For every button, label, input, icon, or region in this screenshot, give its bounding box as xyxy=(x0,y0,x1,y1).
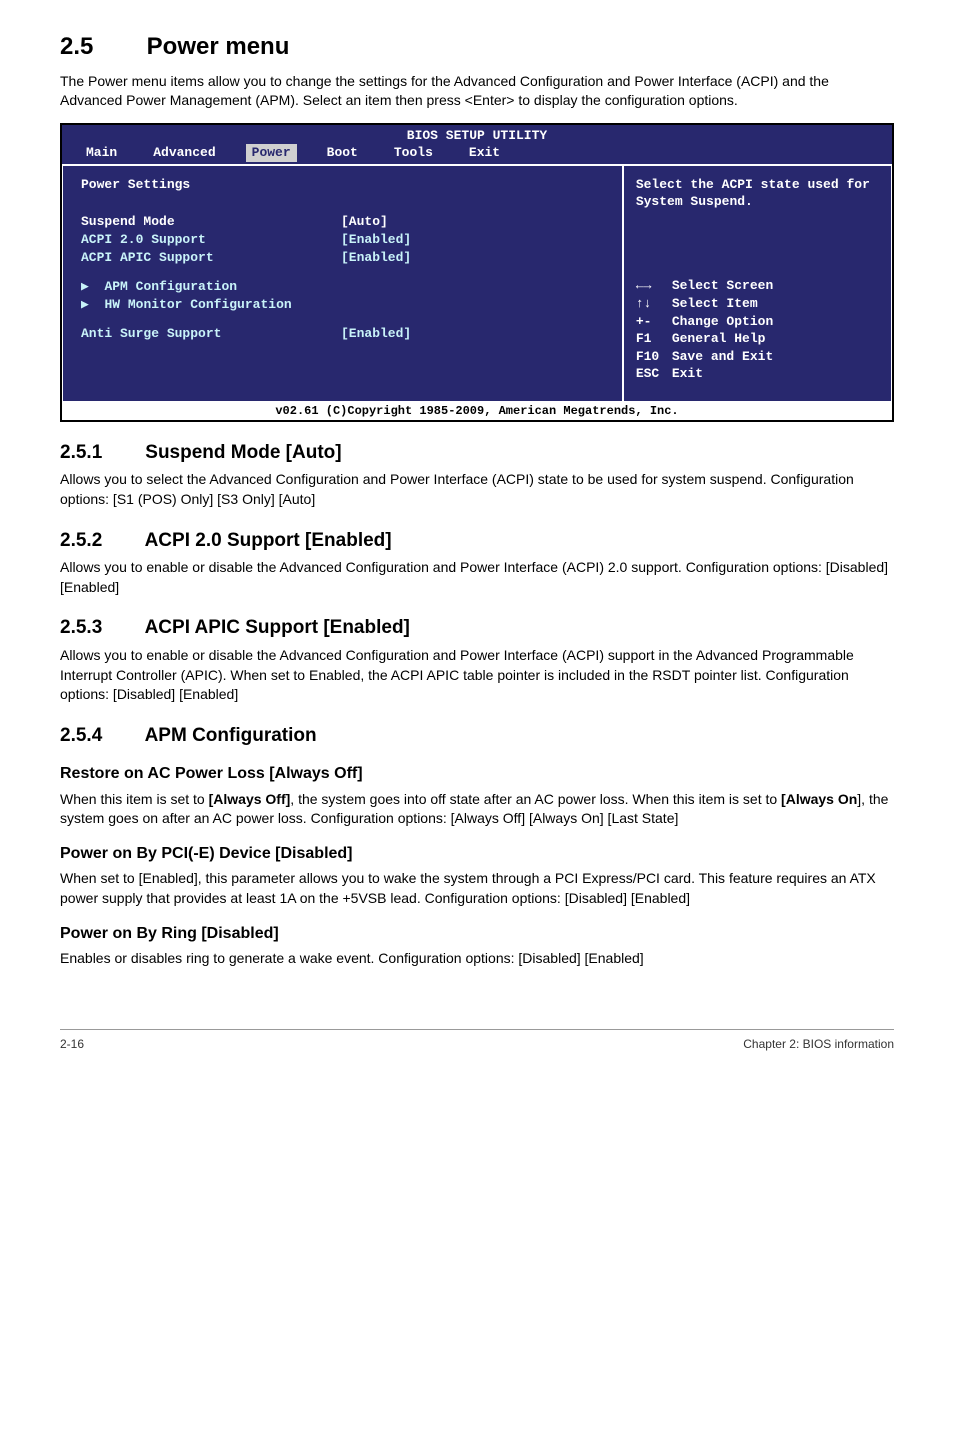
bios-row-acpiapic[interactable]: ACPI APIC Support [Enabled] xyxy=(81,249,604,267)
triangle-icon: ▶ xyxy=(81,278,104,296)
subsection-heading: 2.5.2 ACPI 2.0 Support [Enabled] xyxy=(60,528,894,555)
bios-screenshot: BIOS SETUP UTILITY Main Advanced Power B… xyxy=(60,123,894,422)
key-desc: Select Item xyxy=(672,296,758,311)
bios-submenu-label: APM Configuration xyxy=(104,278,237,296)
triangle-icon: ▶ xyxy=(81,296,104,314)
body-text: When this item is set to [Always Off], t… xyxy=(60,790,894,829)
bios-submenu-hwmon[interactable]: ▶ HW Monitor Configuration xyxy=(81,296,604,314)
bios-menu-main[interactable]: Main xyxy=(80,144,123,162)
bios-copyright: v02.61 (C)Copyright 1985-2009, American … xyxy=(62,402,892,420)
bios-value: [Auto] xyxy=(341,213,388,231)
section-number: 2.5 xyxy=(60,30,140,64)
key-icon: F1 xyxy=(636,330,672,348)
bios-key-row: ↑↓Select Item xyxy=(636,295,879,313)
chapter-label: Chapter 2: BIOS information xyxy=(743,1036,894,1053)
bios-menu-tools[interactable]: Tools xyxy=(388,144,439,162)
bios-menu-power[interactable]: Power xyxy=(246,144,297,162)
bios-submenu-label: HW Monitor Configuration xyxy=(104,296,291,314)
subsection-title: ACPI APIC Support [Enabled] xyxy=(145,617,410,638)
bios-value: [Enabled] xyxy=(341,249,411,267)
section-title: Power menu xyxy=(147,33,290,60)
bios-label: ACPI 2.0 Support xyxy=(81,231,341,249)
bios-label: Anti Surge Support xyxy=(81,325,341,343)
key-desc: General Help xyxy=(672,331,766,346)
bios-key-row: F10Save and Exit xyxy=(636,348,879,366)
bios-menu-advanced[interactable]: Advanced xyxy=(147,144,221,162)
subsection-heading: 2.5.1 Suspend Mode [Auto] xyxy=(60,440,894,467)
body-text: When set to [Enabled], this parameter al… xyxy=(60,869,894,908)
bios-value: [Enabled] xyxy=(341,231,411,249)
subsection-heading: 2.5.4 APM Configuration xyxy=(60,723,894,750)
bios-title: BIOS SETUP UTILITY xyxy=(62,125,892,145)
key-desc: Select Screen xyxy=(672,278,773,293)
key-icon: +- xyxy=(636,313,672,331)
bios-menubar: Main Advanced Power Boot Tools Exit xyxy=(62,144,892,164)
key-icon: ↑↓ xyxy=(636,295,672,313)
bold-text: [Always Off] xyxy=(209,791,291,807)
text-run: , the system goes into off state after a… xyxy=(290,791,781,807)
bios-label: ACPI APIC Support xyxy=(81,249,341,267)
subsection-number: 2.5.2 xyxy=(60,528,140,555)
key-icon: ESC xyxy=(636,365,672,383)
subsection-number: 2.5.1 xyxy=(60,440,140,467)
subsection-number: 2.5.3 xyxy=(60,615,140,642)
bios-key-row: ESCExit xyxy=(636,365,879,383)
subsection-title: ACPI 2.0 Support [Enabled] xyxy=(145,530,392,551)
bold-text: [Always On xyxy=(781,791,857,807)
key-icon: F10 xyxy=(636,348,672,366)
bios-key-row: F1General Help xyxy=(636,330,879,348)
bios-left-panel: Power Settings Suspend Mode [Auto] ACPI … xyxy=(62,165,623,402)
option-heading: Power on By Ring [Disabled] xyxy=(60,923,894,945)
subsection-title: Suspend Mode [Auto] xyxy=(145,442,341,463)
subsection-heading: 2.5.3 ACPI APIC Support [Enabled] xyxy=(60,615,894,642)
page-title: 2.5 Power menu xyxy=(60,30,894,64)
body-text: Enables or disables ring to generate a w… xyxy=(60,949,894,969)
key-desc: Change Option xyxy=(672,314,773,329)
bios-row-antisurge[interactable]: Anti Surge Support [Enabled] xyxy=(81,325,604,343)
bios-help-text: Select the ACPI state used for System Su… xyxy=(636,176,879,211)
page-number: 2-16 xyxy=(60,1036,84,1053)
bios-heading: Power Settings xyxy=(81,176,604,194)
key-desc: Exit xyxy=(672,366,703,381)
body-text: Allows you to enable or disable the Adva… xyxy=(60,646,894,705)
option-heading: Restore on AC Power Loss [Always Off] xyxy=(60,763,894,785)
page-footer: 2-16 Chapter 2: BIOS information xyxy=(60,1029,894,1053)
option-heading: Power on By PCI(-E) Device [Disabled] xyxy=(60,843,894,865)
bios-row-acpi20[interactable]: ACPI 2.0 Support [Enabled] xyxy=(81,231,604,249)
key-desc: Save and Exit xyxy=(672,349,773,364)
intro-text: The Power menu items allow you to change… xyxy=(60,72,894,111)
bios-key-help: ←→Select Screen ↑↓Select Item +-Change O… xyxy=(636,277,879,388)
bios-key-row: +-Change Option xyxy=(636,313,879,331)
bios-menu-exit[interactable]: Exit xyxy=(463,144,506,162)
bios-key-row: ←→Select Screen xyxy=(636,277,879,295)
subsection-number: 2.5.4 xyxy=(60,723,140,750)
bios-value: [Enabled] xyxy=(341,325,411,343)
body-text: Allows you to select the Advanced Config… xyxy=(60,470,894,509)
bios-row-suspend[interactable]: Suspend Mode [Auto] xyxy=(81,213,604,231)
bios-submenu-apm[interactable]: ▶ APM Configuration xyxy=(81,278,604,296)
bios-right-panel: Select the ACPI state used for System Su… xyxy=(623,165,892,402)
text-run: When this item is set to xyxy=(60,791,209,807)
body-text: Allows you to enable or disable the Adva… xyxy=(60,558,894,597)
bios-label: Suspend Mode xyxy=(81,213,341,231)
key-icon: ←→ xyxy=(636,277,672,295)
subsection-title: APM Configuration xyxy=(145,725,317,746)
bios-menu-boot[interactable]: Boot xyxy=(321,144,364,162)
